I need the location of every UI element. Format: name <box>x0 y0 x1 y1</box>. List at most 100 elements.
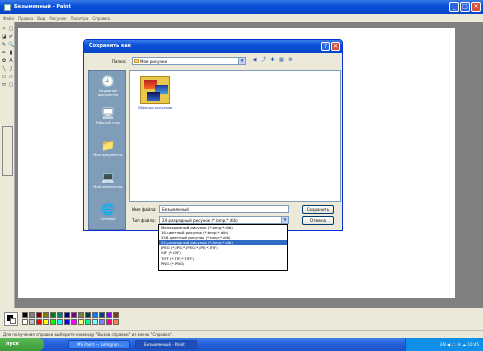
rectangle-tool-icon[interactable]: ▭ <box>1 74 7 80</box>
up-folder-icon[interactable]: ⤴ <box>260 57 267 64</box>
color-swatch[interactable] <box>85 319 91 325</box>
text-tool-icon[interactable]: A <box>8 58 14 64</box>
tool-options-panel[interactable] <box>2 126 13 176</box>
color-swatch[interactable] <box>106 312 112 318</box>
ellipse-tool-icon[interactable]: ⬭ <box>1 82 7 88</box>
save-in-label: Папка: <box>112 59 127 64</box>
place-desktop[interactable]: 🖥 Рабочий стол <box>89 105 127 135</box>
color-swatch[interactable] <box>99 319 105 325</box>
color-swatch[interactable] <box>71 312 77 318</box>
eraser-tool-icon[interactable]: ◪ <box>1 34 7 40</box>
filename-field[interactable]: Безымянный <box>159 205 289 213</box>
place-my-computer[interactable]: 💻 Мой компьютер <box>89 169 127 199</box>
free-select-tool-icon[interactable]: ✧ <box>1 26 7 32</box>
filetype-option[interactable]: PNG (*.PNG) <box>159 261 287 266</box>
desktop-icon: 🖥 <box>101 107 115 120</box>
file-label: Образцы рисунков <box>137 106 173 110</box>
current-colors[interactable] <box>4 312 18 326</box>
save-button[interactable]: Сохранить <box>302 205 334 214</box>
my-computer-icon: 💻 <box>101 171 115 184</box>
color-swatch[interactable] <box>78 312 84 318</box>
color-swatch[interactable] <box>99 312 105 318</box>
paint-app-icon <box>4 3 11 11</box>
list-item[interactable]: Образцы рисунков <box>135 76 175 114</box>
chevron-down-icon[interactable]: ▼ <box>238 58 245 64</box>
color-swatch[interactable] <box>29 312 35 318</box>
color-swatch[interactable] <box>50 319 56 325</box>
color-swatch[interactable] <box>36 312 42 318</box>
color-swatch[interactable] <box>85 312 91 318</box>
color-palette <box>0 308 483 330</box>
system-tray: EN ◀ 🔊 ✉ ☁ 10:45 <box>405 338 483 351</box>
color-swatch[interactable] <box>57 319 63 325</box>
view-menu-icon[interactable]: ▦ <box>278 57 285 64</box>
fill-tool-icon[interactable]: ✐ <box>8 34 14 40</box>
menu-image[interactable]: Рисунок <box>49 16 66 21</box>
status-bar: Для получения справки выберите команду "… <box>0 330 483 338</box>
rounded-rect-tool-icon[interactable]: ▢ <box>8 82 14 88</box>
polygon-tool-icon[interactable]: ▱ <box>8 74 14 80</box>
back-icon[interactable]: ◀ <box>251 57 258 64</box>
color-swatch[interactable] <box>57 312 63 318</box>
maximize-button[interactable]: □ <box>460 2 470 12</box>
line-tool-icon[interactable]: ╲ <box>1 66 7 72</box>
place-label: Недавние документы <box>97 89 119 97</box>
color-swatch[interactable] <box>22 319 28 325</box>
airbrush-tool-icon[interactable]: ✿ <box>1 58 7 64</box>
close-button[interactable]: ✕ <box>471 2 481 12</box>
tools-icon[interactable]: ⚙ <box>287 57 294 64</box>
curve-tool-icon[interactable]: ∫ <box>8 66 14 72</box>
color-swatch[interactable] <box>36 319 42 325</box>
filename-label: Имя файла: <box>132 207 157 212</box>
color-swatch[interactable] <box>64 319 70 325</box>
taskbar-item-paint[interactable]: Безымянный - Paint <box>135 340 197 349</box>
color-swatch[interactable] <box>43 312 49 318</box>
place-my-documents[interactable]: 📁 Мои документы <box>89 137 127 167</box>
color-swatch[interactable] <box>71 319 77 325</box>
window-title: Безымянный - Paint <box>14 4 71 10</box>
filetype-select[interactable]: 24-разрядный рисунок (*.bmp;*.dib) ▼ <box>159 216 289 224</box>
my-documents-icon: 📁 <box>101 139 115 152</box>
pencil-tool-icon[interactable]: ✏ <box>1 50 7 56</box>
color-swatch[interactable] <box>43 319 49 325</box>
save-in-dropdown[interactable]: Мои рисунки ▼ <box>132 57 246 65</box>
color-swatch[interactable] <box>22 312 28 318</box>
menu-colors[interactable]: Палитра <box>70 16 88 21</box>
menu-help[interactable]: Справка <box>92 16 110 21</box>
color-swatch[interactable] <box>50 312 56 318</box>
color-swatch[interactable] <box>92 319 98 325</box>
color-swatch[interactable] <box>113 312 119 318</box>
folder-thumbnail-icon <box>140 76 170 104</box>
menu-file[interactable]: Файл <box>3 16 14 21</box>
color-swatch[interactable] <box>29 319 35 325</box>
places-bar: 🕘 Недавние документы 🖥 Рабочий стол 📁 Мо… <box>88 70 126 230</box>
place-label: Мой компьютер <box>93 185 123 189</box>
place-network[interactable]: 🌐 Сетевое <box>89 201 127 231</box>
recent-documents-icon: 🕘 <box>101 75 115 88</box>
dialog-title: Сохранить как <box>89 43 132 49</box>
rect-select-tool-icon[interactable]: ▢ <box>8 26 14 32</box>
taskbar-item-browser[interactable]: MS Paint — Lehrgrun ... <box>68 340 130 349</box>
menu-edit[interactable]: Правка <box>18 16 33 21</box>
help-button[interactable]: ? <box>321 42 330 51</box>
file-list[interactable]: Образцы рисунков <box>129 70 341 202</box>
minimize-button[interactable]: _ <box>449 2 459 12</box>
start-button[interactable]: пуск <box>0 338 44 351</box>
place-recent[interactable]: 🕘 Недавние документы <box>89 73 127 103</box>
color-swatch[interactable] <box>113 319 119 325</box>
pick-color-tool-icon[interactable]: ✎ <box>1 42 7 48</box>
filetype-dropdown-list: Монохромный рисунок (*.bmp;*.dib) 16-цве… <box>158 224 288 271</box>
cancel-button[interactable]: Отмена <box>302 216 334 225</box>
dialog-close-button[interactable]: ✕ <box>331 42 340 51</box>
new-folder-icon[interactable]: ✚ <box>269 57 276 64</box>
menu-view[interactable]: Вид <box>37 16 45 21</box>
chevron-down-icon[interactable]: ▼ <box>281 217 288 223</box>
save-as-dialog: Сохранить как ? ✕ Папка: Мои рисунки ▼ ◀… <box>83 39 343 231</box>
paint-titlebar: Безымянный - Paint _ □ ✕ <box>0 0 483 14</box>
brush-tool-icon[interactable]: ▮ <box>8 50 14 56</box>
color-swatch[interactable] <box>64 312 70 318</box>
color-swatch[interactable] <box>92 312 98 318</box>
color-swatch[interactable] <box>106 319 112 325</box>
magnifier-tool-icon[interactable]: 🔍 <box>8 42 14 48</box>
color-swatch[interactable] <box>78 319 84 325</box>
